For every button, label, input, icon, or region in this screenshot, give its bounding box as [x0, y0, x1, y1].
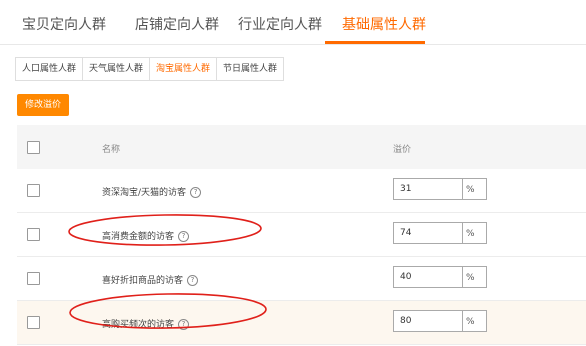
row-checkbox[interactable] — [27, 272, 40, 285]
column-header-name: 名称 — [102, 145, 121, 155]
percent-suffix: % — [463, 222, 487, 244]
tab-shop-targeting[interactable]: 店铺定向人群 — [135, 14, 219, 34]
row-checkbox[interactable] — [27, 316, 40, 329]
subtab-demographic[interactable]: 人口属性人群 — [16, 58, 84, 80]
modify-premium-button[interactable]: 修改溢价 — [17, 94, 69, 116]
audience-table: 名称 溢价 资深淘宝/天猫的访客? % 高消费金额的访客? % 喜好折扣商品的访… — [17, 125, 586, 345]
help-icon[interactable]: ? — [178, 319, 190, 330]
select-all-checkbox[interactable] — [27, 141, 40, 154]
audience-name-text: 资深淘宝/天猫的访客 — [102, 188, 187, 198]
percent-suffix: % — [463, 266, 487, 288]
table-row: 资深淘宝/天猫的访客? % — [17, 169, 586, 213]
row-checkbox[interactable] — [27, 184, 40, 197]
subtab-taobao-attributes[interactable]: 淘宝属性人群 — [150, 58, 218, 80]
sub-tab-bar: 人口属性人群 天气属性人群 淘宝属性人群 节日属性人群 — [15, 57, 285, 81]
subtab-holiday[interactable]: 节日属性人群 — [217, 58, 283, 80]
audience-name: 资深淘宝/天猫的访客? — [102, 185, 202, 198]
tab-basic-attributes[interactable]: 基础属性人群 — [342, 14, 426, 34]
help-icon[interactable]: ? — [190, 187, 202, 198]
help-icon[interactable]: ? — [187, 275, 199, 286]
audience-name: 喜好折扣商品的访客? — [102, 273, 199, 286]
column-header-price: 溢价 — [393, 145, 412, 155]
audience-name-text: 高消费金额的访客 — [102, 232, 175, 242]
percent-suffix: % — [463, 310, 487, 332]
table-header-row: 名称 溢价 — [17, 125, 586, 169]
top-tab-bar: 宝贝定向人群 店铺定向人群 行业定向人群 基础属性人群 — [0, 0, 586, 45]
audience-name-text: 喜好折扣商品的访客 — [102, 276, 184, 286]
audience-name: 高购买频次的访客? — [102, 317, 190, 330]
tab-product-targeting[interactable]: 宝贝定向人群 — [22, 14, 106, 34]
help-icon[interactable]: ? — [178, 231, 190, 242]
audience-name-text: 高购买频次的访客 — [102, 320, 175, 330]
table-row: 高消费金额的访客? % — [17, 213, 586, 257]
audience-name: 高消费金额的访客? — [102, 229, 190, 242]
tab-industry-targeting[interactable]: 行业定向人群 — [238, 14, 322, 34]
table-row: 喜好折扣商品的访客? % — [17, 257, 586, 301]
active-tab-indicator — [325, 41, 425, 44]
percent-suffix: % — [463, 178, 487, 200]
subtab-weather[interactable]: 天气属性人群 — [83, 58, 151, 80]
premium-input[interactable] — [393, 178, 463, 200]
row-checkbox[interactable] — [27, 228, 40, 241]
premium-input[interactable] — [393, 222, 463, 244]
premium-input[interactable] — [393, 310, 463, 332]
table-row: 高购买频次的访客? % — [17, 301, 586, 345]
premium-input[interactable] — [393, 266, 463, 288]
